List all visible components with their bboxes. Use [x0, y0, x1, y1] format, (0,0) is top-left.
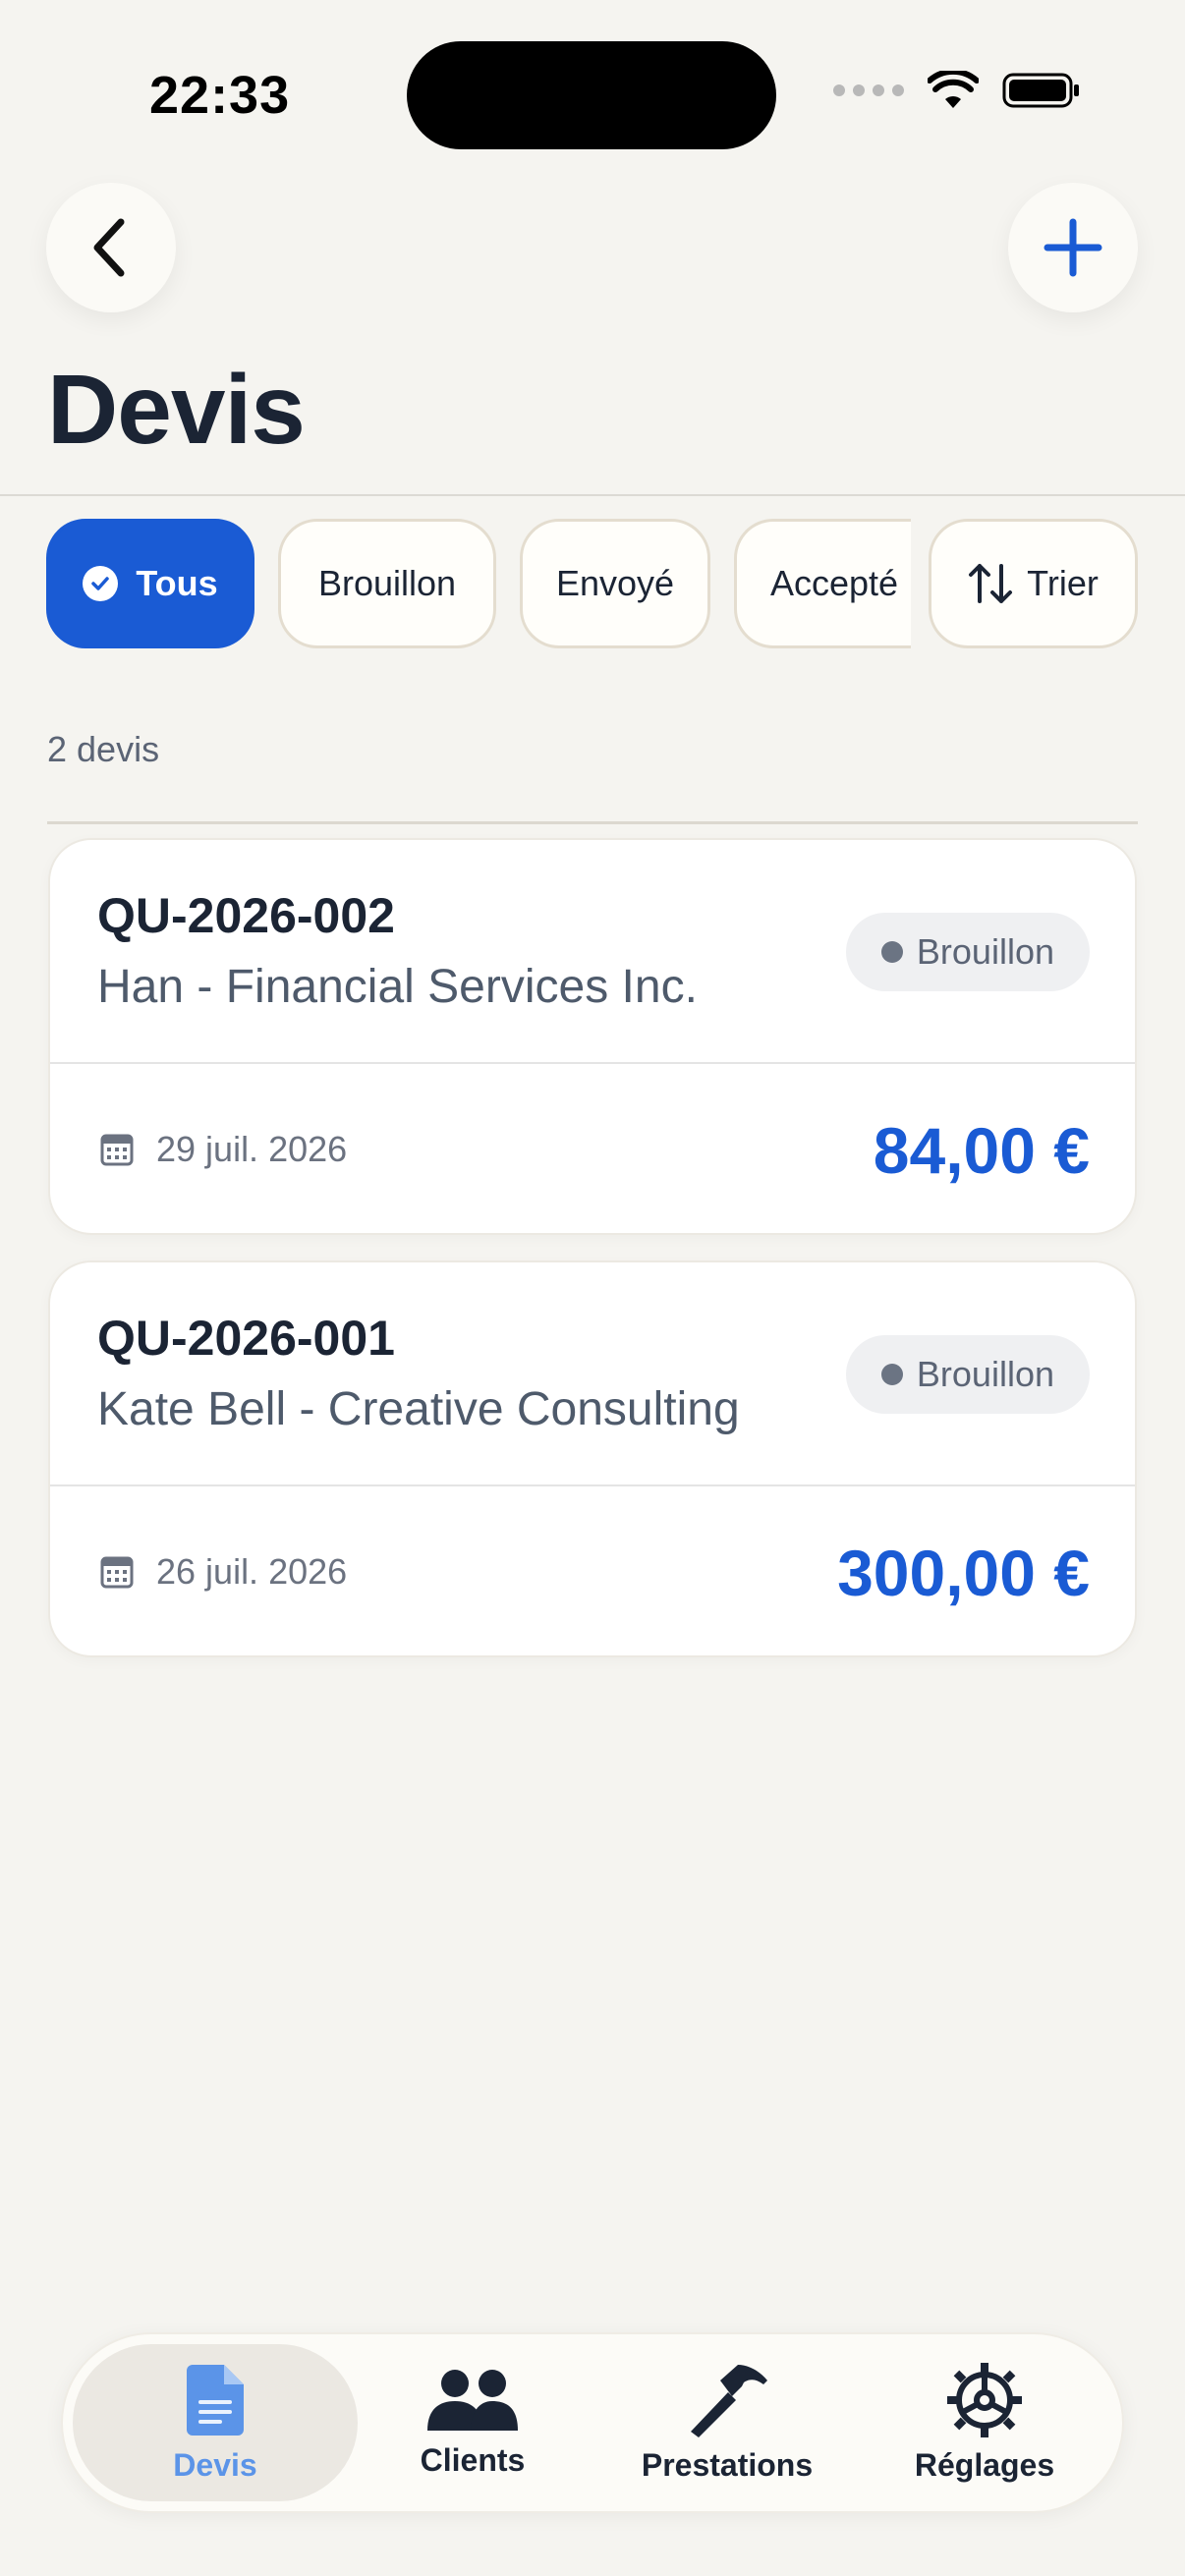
filter-chip-all[interactable]: Tous: [46, 519, 254, 648]
status-indicators: [833, 71, 1081, 110]
status-dot-icon: [880, 941, 903, 963]
chevron-left-icon: [93, 218, 125, 277]
filter-chip-accepted[interactable]: Accepté: [734, 519, 911, 648]
wifi-icon: [928, 71, 979, 108]
sort-button[interactable]: Trier: [929, 519, 1138, 648]
quote-client: Kate Bell - Creative Consulting: [97, 1383, 740, 1435]
back-button[interactable]: [46, 183, 176, 312]
header-divider: [0, 494, 1185, 496]
status-badge: Brouillon: [845, 913, 1090, 991]
status-time: 22:33: [149, 66, 291, 125]
sort-arrows-icon: [969, 564, 1013, 603]
filter-chip-label: Accepté: [770, 563, 899, 603]
quote-date-text: 26 juil. 2026: [156, 1551, 348, 1592]
tab-label: Prestations: [641, 2446, 814, 2483]
quote-card-header: QU-2026-002 Han - Financial Services Inc…: [50, 840, 1135, 1064]
gear-icon: [947, 2362, 1022, 2437]
plus-icon: [1044, 218, 1102, 277]
list-divider: [47, 821, 1138, 824]
tab-bar: Devis Clients Prestations Réglages: [61, 2332, 1124, 2513]
tab-reglages[interactable]: Réglages: [886, 2344, 1083, 2501]
people-icon: [427, 2369, 518, 2431]
filter-chip-draft[interactable]: Brouillon: [278, 519, 496, 648]
tab-clients[interactable]: Clients: [379, 2344, 566, 2501]
battery-icon: [1002, 73, 1079, 108]
filter-chip-label: Envoyé: [555, 563, 675, 603]
dynamic-island: [407, 41, 776, 149]
status-label: Brouillon: [916, 931, 1054, 972]
sort-label: Trier: [1027, 563, 1099, 603]
quote-card[interactable]: QU-2026-002 Han - Financial Services Inc…: [48, 838, 1137, 1235]
quote-amount: 84,00 €: [873, 1114, 1090, 1187]
filter-chips: Tous Brouillon Envoyé Accepté: [46, 519, 911, 648]
quote-reference: QU-2026-002: [97, 888, 395, 943]
quote-amount: 300,00 €: [837, 1537, 1090, 1609]
filter-chip-label: Brouillon: [317, 563, 457, 603]
checkmark-icon: [83, 566, 119, 601]
hammer-icon: [691, 2364, 767, 2437]
calendar-icon: [100, 1134, 134, 1166]
signal-icon: [833, 84, 904, 96]
status-dot-icon: [880, 1364, 903, 1385]
screen: 22:33 Devis Tous Brouillon Envoyé Accept…: [0, 0, 1185, 2576]
page-title: Devis: [47, 355, 306, 465]
status-badge: Brouillon: [845, 1335, 1090, 1414]
quote-card-footer: 26 juil. 2026 300,00 €: [50, 1486, 1135, 1655]
filter-chip-sent[interactable]: Envoyé: [520, 519, 710, 648]
quote-card-header: QU-2026-001 Kate Bell - Creative Consult…: [50, 1262, 1135, 1486]
tab-label: Clients: [420, 2441, 526, 2478]
quote-reference: QU-2026-001: [97, 1311, 395, 1366]
quote-date-text: 29 juil. 2026: [156, 1129, 348, 1169]
filter-chip-label: Tous: [136, 563, 218, 603]
quote-count: 2 devis: [47, 729, 160, 769]
add-quote-button[interactable]: [1008, 183, 1138, 312]
quote-date: 26 juil. 2026: [99, 1551, 347, 1593]
quote-date: 29 juil. 2026: [99, 1129, 347, 1170]
calendar-icon: [100, 1556, 134, 1589]
quote-client: Han - Financial Services Inc.: [97, 961, 698, 1013]
tab-devis[interactable]: Devis: [73, 2344, 358, 2501]
quote-card-footer: 29 juil. 2026 84,00 €: [50, 1064, 1135, 1233]
tab-prestations[interactable]: Prestations: [619, 2344, 835, 2501]
quote-card[interactable]: QU-2026-001 Kate Bell - Creative Consult…: [48, 1260, 1137, 1657]
tab-label: Devis: [173, 2446, 257, 2483]
document-icon: [187, 2364, 244, 2436]
tab-label: Réglages: [914, 2446, 1055, 2483]
status-label: Brouillon: [916, 1354, 1054, 1394]
